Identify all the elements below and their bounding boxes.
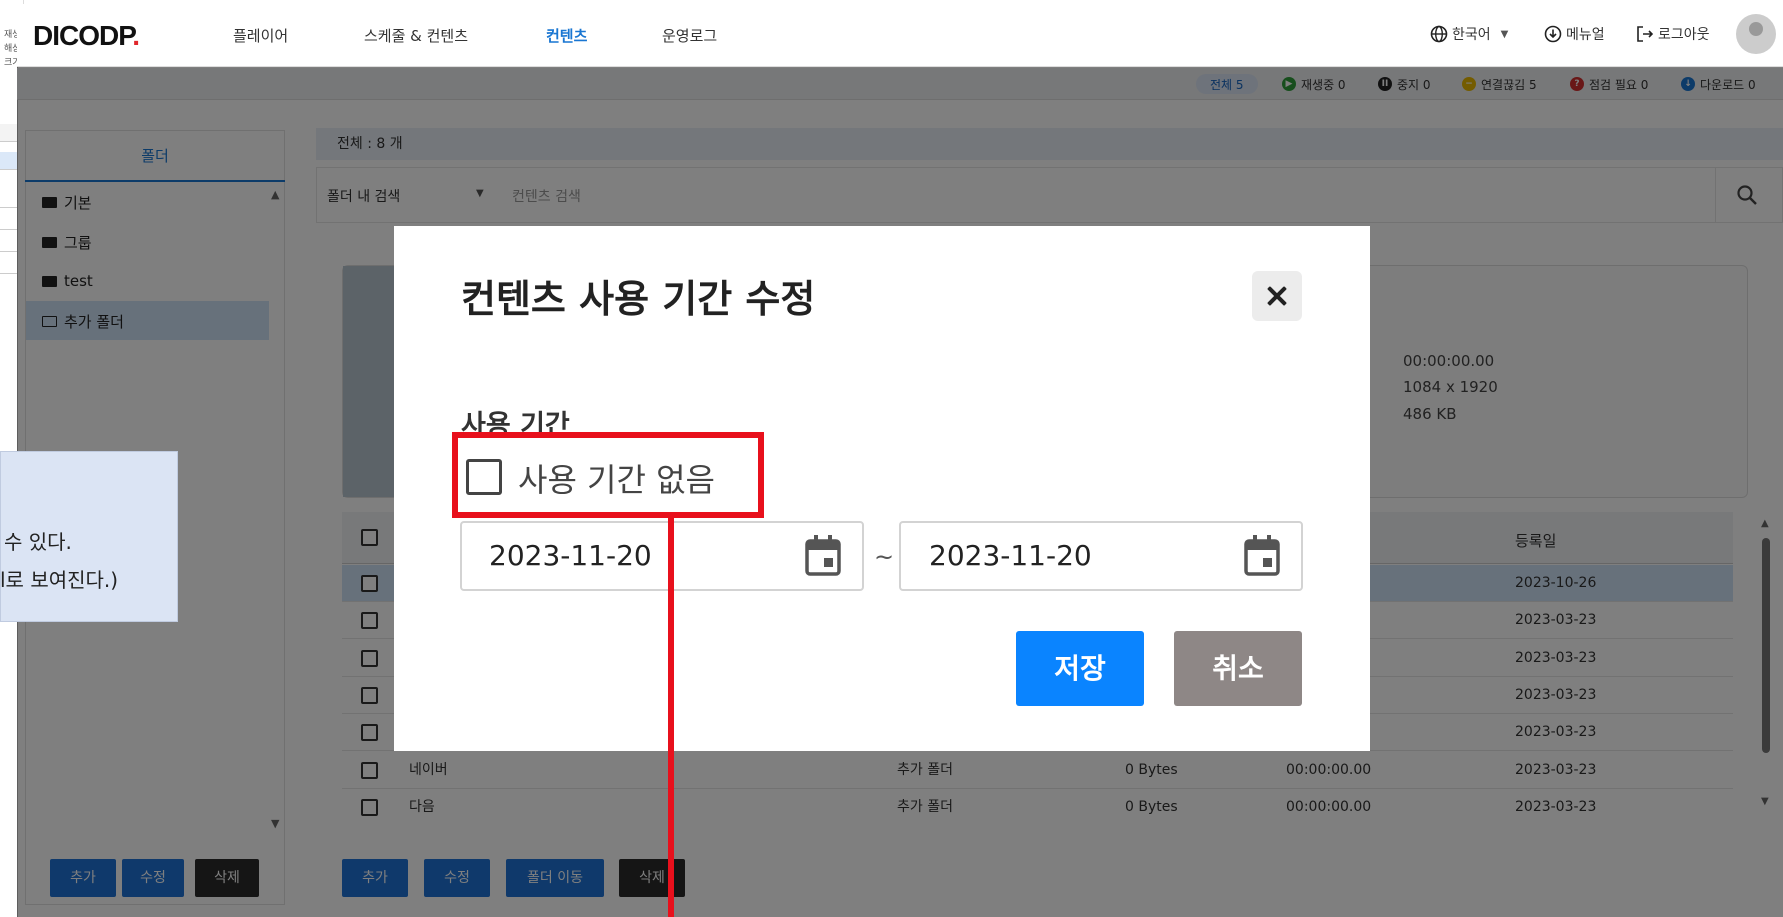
logout-link[interactable]: 로그아웃 <box>1636 24 1710 44</box>
chevron-down-icon: ▼ <box>1500 28 1509 40</box>
cancel-button[interactable]: 취소 <box>1174 631 1302 706</box>
download-circle-icon <box>1544 25 1562 43</box>
date-range-separator: ~ <box>874 543 895 571</box>
save-button[interactable]: 저장 <box>1016 631 1144 706</box>
note-line: l로 보여진다.) <box>0 568 119 592</box>
globe-icon <box>1430 25 1448 43</box>
highlight-box <box>452 432 764 518</box>
calendar-icon[interactable] <box>804 534 842 576</box>
annotation-pointer-line <box>668 518 674 917</box>
app-logo[interactable]: DICODP. <box>33 20 140 52</box>
logout-icon <box>1637 26 1654 42</box>
logout-label: 로그아웃 <box>1658 27 1710 43</box>
manual-link[interactable]: 메뉴얼 <box>1544 24 1605 44</box>
dialog-title: 컨텐츠 사용 기간 수정 <box>461 277 816 321</box>
nav-schedule-content[interactable]: 스케줄 & 컨텐츠 <box>364 25 468 46</box>
avatar[interactable] <box>1736 14 1776 54</box>
close-icon[interactable] <box>1252 271 1302 321</box>
nav-player[interactable]: 플레이어 <box>233 25 288 46</box>
nav-content[interactable]: 컨텐츠 <box>546 25 587 46</box>
language-label: 한국어 <box>1452 27 1491 43</box>
calendar-icon[interactable] <box>1243 534 1281 576</box>
manual-label: 메뉴얼 <box>1566 27 1605 43</box>
note-line: 수 있다. <box>4 530 72 554</box>
start-date-value[interactable]: 2023-11-20 <box>489 539 652 572</box>
nav-operation-log[interactable]: 운영로그 <box>662 25 717 46</box>
end-date-value[interactable]: 2023-11-20 <box>929 539 1092 572</box>
language-selector[interactable]: 한국어 ▼ <box>1430 24 1508 44</box>
